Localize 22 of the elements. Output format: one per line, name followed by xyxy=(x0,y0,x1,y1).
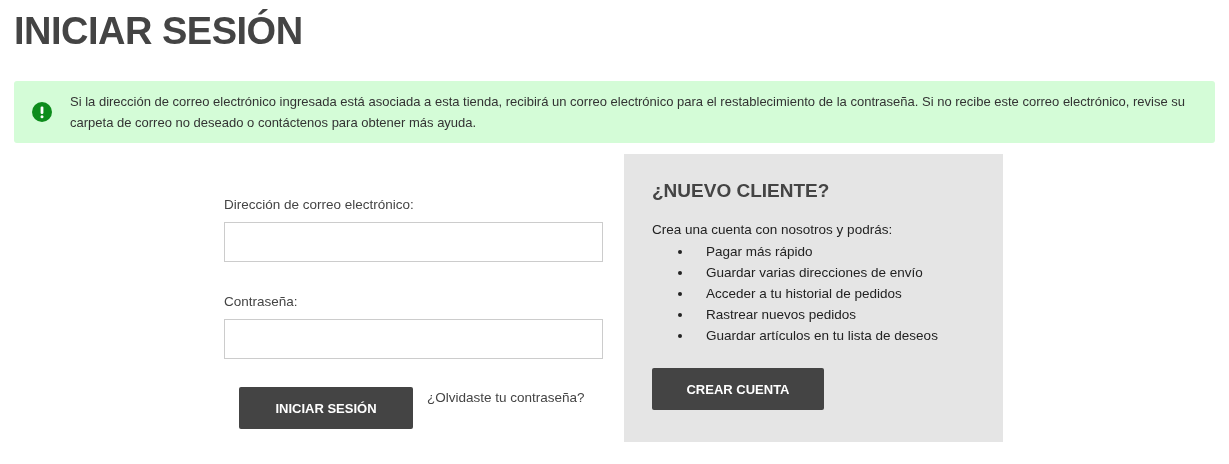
bullet-icon xyxy=(678,270,682,275)
page-title: INICIAR SESIÓN xyxy=(14,8,304,53)
benefit-text: Pagar más rápido xyxy=(706,244,813,259)
exclamation-icon xyxy=(32,102,52,122)
panel-intro: Crea una cuenta con nosotros y podrás: xyxy=(652,222,894,237)
input-field[interactable] xyxy=(224,319,603,359)
input-field[interactable] xyxy=(224,222,603,262)
benefit-text: Rastrear nuevos pedidos xyxy=(706,307,857,322)
bullet-icon xyxy=(678,249,682,254)
bullet-icon xyxy=(678,291,682,296)
benefit-text: Acceder a tu historial de pedidos xyxy=(706,286,902,301)
benefit-text: Guardar artículos en tu lista de deseos xyxy=(706,328,938,343)
bullet-icon xyxy=(678,333,682,338)
create-account-button[interactable]: CREAR CUENTA xyxy=(652,368,824,410)
field-label: Contraseña: xyxy=(224,294,299,309)
panel-heading: ¿NUEVO CLIENTE? xyxy=(652,180,831,202)
bullet-icon xyxy=(678,312,682,317)
sign-in-button[interactable]: INICIAR SESIÓN xyxy=(239,387,413,429)
alert-message: Si la dirección de correo electrónico ingresada está asociada a esta tienda, recibirá un correo electrónico para el restablecimiento de la contraseña. Si no recibe este correo electrónico, revise su carpeta de correo no deseado o contáctenos para obtener más ayuda. xyxy=(70,93,1186,132)
forgot-password-link[interactable]: ¿Olvidaste tu contraseña? xyxy=(427,390,585,405)
benefit-text: Guardar varias direcciones de envío xyxy=(706,265,923,280)
field-label: Dirección de correo electrónico: xyxy=(224,197,415,212)
